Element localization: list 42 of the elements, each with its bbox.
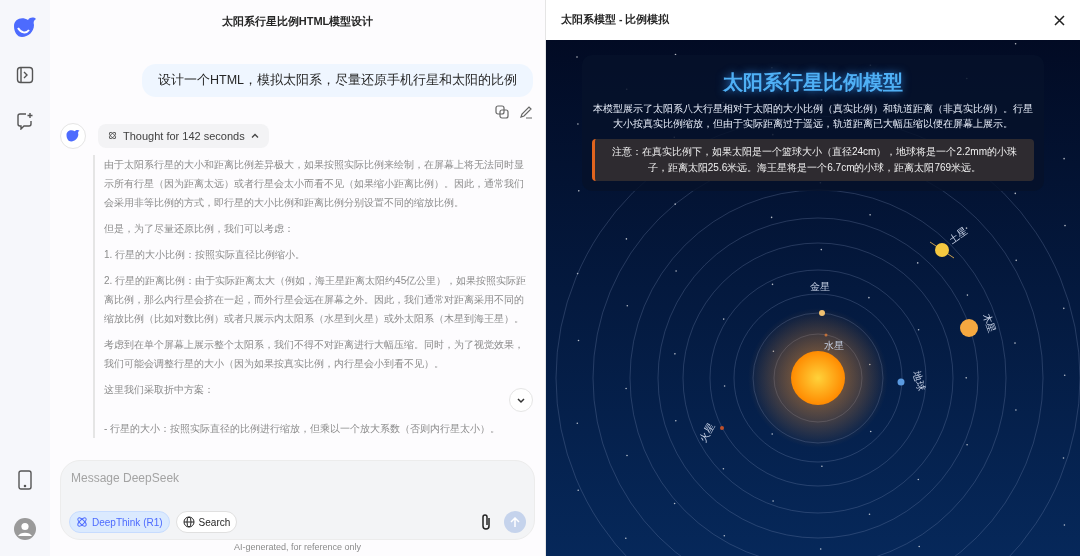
copy-icon[interactable]	[495, 104, 509, 119]
message-input[interactable]: Message DeepSeek	[69, 469, 526, 487]
thought-toggle[interactable]: Thought for 142 seconds	[98, 123, 269, 148]
planet-label: 木星	[980, 311, 998, 335]
planet-label: 火星	[697, 420, 717, 444]
thought-paragraph: 考虑到在单个屏幕上展示整个太阳系，我们不得不对距离进行大幅压缩。同时，为了视觉效果，我们可能会调整行星的大小（因为如果按真实比例，内行星会小到看不见）。	[104, 337, 525, 371]
phone-icon[interactable]	[18, 470, 32, 490]
thought-paragraph: 由于太阳系行星的大小和距离比例差异极大，如果按照实际比例来绘制，在屏幕上将无法同时显示所有行星（因为距离太远）或者行星会太小而看不见（如果缩小距离比例）。因此，通常我们会采用非等比例的方式，即行星的大小比例和距离比例分别设置不同的缩放比例。	[104, 157, 525, 210]
planet-label: 土星	[946, 224, 970, 246]
thought-paragraph: 这里我们采取折中方案：	[104, 382, 214, 397]
user-avatar-icon[interactable]	[14, 518, 36, 540]
sidebar-toggle-icon[interactable]	[16, 66, 34, 84]
preview-title: 太阳系模型 - 比例模拟	[561, 12, 670, 28]
caret-icon	[250, 131, 259, 140]
search-toggle[interactable]: Search	[175, 511, 238, 533]
scale-note: 注意：在真实比例下，如果太阳是一个篮球大小（直径24cm），地球将是一个2.2mm的小珠子，距离太阳25.6米远。海王星将是一个6.7cm的小球，距离太阳769米远。	[592, 139, 1034, 181]
scroll-down-button[interactable]	[509, 387, 533, 412]
message-input-box[interactable]: Message DeepSeek DeepThink (R1) Search	[60, 460, 535, 540]
thought-paragraph: 但是，为了尽量还原比例，我们可以考虑：	[104, 221, 294, 236]
planet-label: 水星	[824, 340, 844, 351]
model-heading: 太阳系行星比例模型	[723, 70, 903, 95]
deepthink-toggle[interactable]: DeepThink (R1)	[69, 511, 170, 533]
new-chat-icon[interactable]	[16, 112, 34, 130]
atom-icon	[76, 516, 88, 528]
thought-paragraph: 2. 行星的距离比例：由于实际距离太大（例如，海王星距离太阳约45亿公里），如果按照实际距离比例，那么内行星会挤在一起，而外行星会远在屏幕之外。因此，我们通常对距离采用不同的缩放比例（比如对数比例）或者只展示内太阳系（水星到火星）或外太阳系（木星到海王星）。	[104, 273, 528, 326]
user-message: 设计一个HTML，模拟太阳系，尽量还原手机行星和太阳的比例	[141, 64, 533, 97]
edit-icon[interactable]	[519, 104, 533, 119]
close-icon[interactable]	[1054, 14, 1065, 26]
planet-label: 地球	[911, 370, 928, 393]
planet-label: 金星	[810, 281, 830, 292]
chat-title: 太阳系行星比例HTML模型设计	[221, 13, 374, 29]
thought-paragraph: 1. 行星的大小比例：按照实际直径比例缩小。	[104, 247, 306, 262]
atom-icon	[108, 131, 117, 141]
disclaimer-text: AI-generated, for reference only	[233, 541, 362, 555]
thought-paragraph: - 行星的大小：按照实际直径的比例进行缩放，但乘以一个放大系数（否则内行星太小）。	[104, 421, 501, 436]
sun	[791, 351, 845, 405]
whale-icon	[65, 129, 81, 143]
arrow-up-icon	[510, 516, 520, 528]
paperclip-icon[interactable]	[480, 513, 492, 531]
whale-logo-icon[interactable]	[12, 16, 38, 38]
model-description: 本模型展示了太阳系八大行星相对于太阳的大小比例（真实比例）和轨道距离（非真实比例）。行星大小按真实比例缩放，但由于实际距离过于遥远，轨道距离已大幅压缩以便在屏幕上展示。	[592, 102, 1034, 131]
globe-icon	[182, 516, 195, 528]
